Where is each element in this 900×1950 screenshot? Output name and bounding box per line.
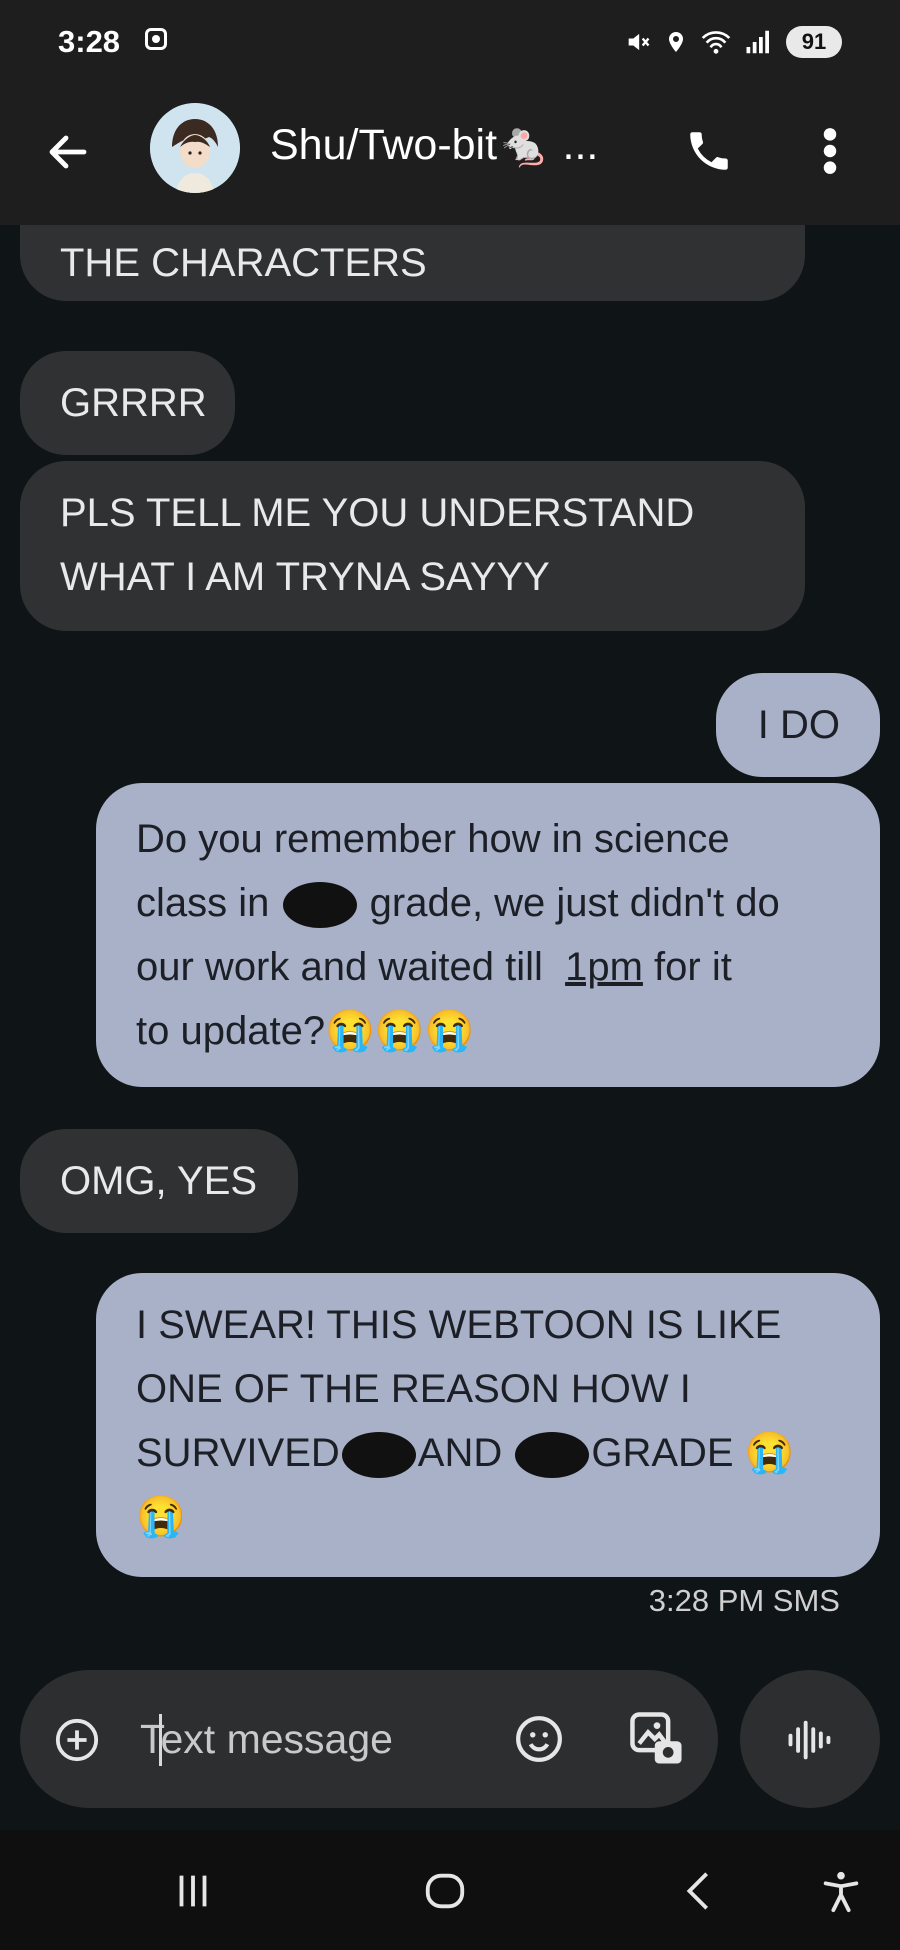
system-nav-bar	[0, 1830, 900, 1950]
conversation-header: Shu/Two-bit🐁 ...	[0, 90, 900, 225]
voice-icon	[788, 1720, 831, 1760]
text-cursor	[159, 1714, 162, 1766]
message-thread[interactable]: PEOPLE ARE WEIRD ABT THE CHARACTERS GRRR…	[0, 225, 900, 1665]
message-text-line: our work and waited till 1pm for it	[136, 945, 732, 989]
message-text-line: class in grade, we just didn't do	[136, 871, 840, 935]
back-arrow-icon[interactable]	[44, 128, 92, 176]
crying-emoji: 😭	[136, 1495, 186, 1539]
screen-record-icon	[145, 28, 167, 50]
phone-icon[interactable]	[684, 126, 734, 176]
message-text-line: Do you remember how in science	[136, 817, 730, 861]
emoji-icon[interactable]	[514, 1714, 564, 1764]
battery-indicator: 91	[786, 26, 842, 58]
message-outgoing[interactable]: Do you remember how in science class in …	[96, 783, 880, 1087]
redacted-mark	[515, 1432, 590, 1479]
status-time: 3:28	[58, 24, 121, 59]
message-incoming[interactable]: OMG, YES	[20, 1129, 298, 1233]
status-bar: 3:28 91	[0, 0, 900, 90]
message-text-line: SURVIVED AND GRADE 😭	[136, 1421, 840, 1485]
message-incoming[interactable]: GRRRR	[20, 351, 235, 455]
location-icon	[669, 32, 683, 52]
home-icon[interactable]	[422, 1868, 468, 1914]
message-text-line: to update?😭😭😭	[136, 999, 840, 1063]
crying-emoji: 😭	[744, 1431, 795, 1475]
accessibility-icon[interactable]	[818, 1868, 864, 1914]
redacted-mark	[282, 882, 357, 929]
avatar-illustration	[150, 103, 240, 193]
nav-back-icon[interactable]	[676, 1868, 722, 1914]
message-text-line: 😭	[136, 1485, 840, 1549]
message-outgoing[interactable]: I SWEAR! THIS WEBTOON IS LIKE ONE OF THE…	[96, 1273, 880, 1577]
message-incoming[interactable]: PEOPLE ARE WEIRD ABT THE CHARACTERS	[20, 225, 805, 301]
wifi-icon	[701, 31, 731, 54]
message-text: GRRRR	[60, 381, 207, 425]
message-outgoing[interactable]: I DO	[716, 673, 880, 777]
message-text: I DO	[757, 703, 840, 747]
message-text: PEOPLE ARE WEIRD ABT THE CHARACTERS	[60, 241, 427, 285]
recents-icon[interactable]	[170, 1868, 216, 1914]
message-incoming[interactable]: PLS TELL ME YOU UNDERSTAND WHAT I AM TRY…	[20, 461, 805, 631]
time-link[interactable]: 1pm	[565, 945, 643, 989]
contact-avatar[interactable]	[150, 103, 240, 193]
signal-icon	[746, 30, 769, 54]
message-text-line: PLS TELL ME YOU UNDERSTAND	[60, 491, 695, 535]
message-input[interactable]	[138, 1708, 502, 1770]
contact-name[interactable]: Shu/Two-bit🐁 ...	[270, 120, 598, 170]
add-circle-icon[interactable]	[54, 1717, 100, 1763]
message-text-line: ONE OF THE REASON HOW I	[136, 1367, 691, 1411]
mute-icon	[628, 33, 650, 51]
message-timestamp: 3:28 PM SMS	[648, 1583, 840, 1618]
voice-message-button[interactable]	[740, 1670, 880, 1808]
message-text-line: I SWEAR! THIS WEBTOON IS LIKE	[136, 1303, 782, 1347]
gallery-icon[interactable]	[628, 1710, 686, 1768]
more-vert-icon[interactable]	[818, 126, 842, 176]
crying-emoji: 😭😭😭	[325, 1009, 475, 1053]
redacted-mark	[341, 1432, 416, 1479]
message-text-line: WHAT I AM TRYNA SAYYY	[60, 555, 550, 599]
message-text: OMG, YES	[60, 1159, 258, 1203]
message-composer	[20, 1670, 718, 1808]
